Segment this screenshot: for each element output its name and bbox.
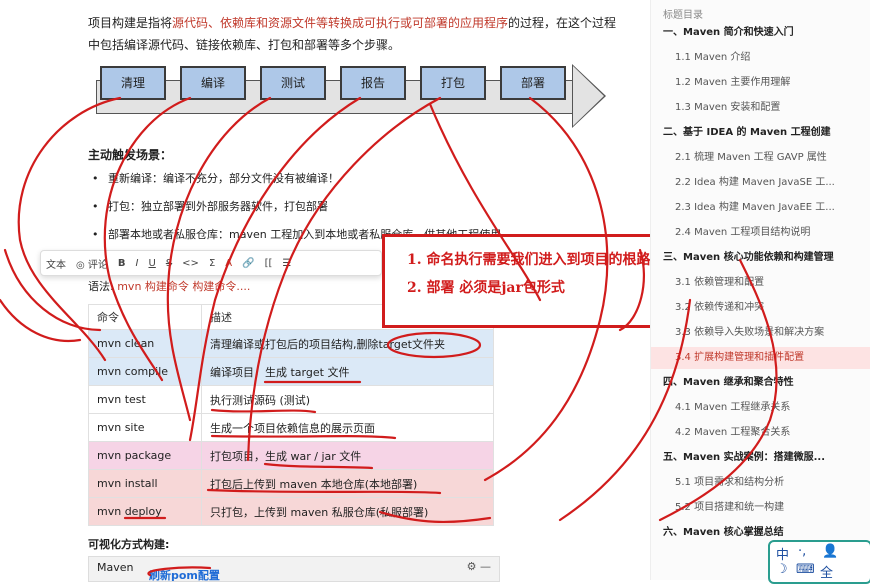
- toc-item[interactable]: 三、Maven 核心功能依赖和构建管理: [651, 247, 870, 269]
- toc-item[interactable]: 一、Maven 简介和快速入门: [651, 22, 870, 44]
- flow-step-package: 打包: [420, 66, 486, 100]
- toc-item[interactable]: 4.1 Maven 工程继承关系: [651, 397, 870, 419]
- strike-button[interactable]: S: [161, 258, 177, 269]
- cmd-cell: mvn install: [88, 469, 202, 498]
- toc-title: 标题目录: [663, 10, 703, 21]
- desc-cell: 打包后上传到 maven 本地仓库(本地部署): [201, 469, 494, 498]
- desc-cell: 执行测试源码 (测试): [201, 385, 494, 414]
- toc-item[interactable]: 4.2 Maven 工程聚合关系: [651, 422, 870, 444]
- flow-step-deploy: 部署: [500, 66, 566, 100]
- underline-button[interactable]: U: [143, 258, 160, 269]
- ime-lang[interactable]: 中: [776, 544, 789, 563]
- maven-panel-title: Maven: [97, 561, 134, 574]
- toc-item[interactable]: 3.2 依赖传递和冲突: [651, 297, 870, 319]
- cmd-cell: mvn test: [88, 385, 202, 414]
- wiki-link-button[interactable]: [[: [260, 258, 278, 269]
- italic-button[interactable]: I: [131, 258, 144, 269]
- toc-item[interactable]: 1.3 Maven 安装和配置: [651, 97, 870, 119]
- cmd-cell: mvn package: [88, 441, 202, 470]
- toolbar-text-button[interactable]: 文本: [41, 256, 71, 271]
- ime-punct[interactable]: ·,: [798, 544, 806, 559]
- trigger-heading: 主动触发场景：: [88, 148, 173, 162]
- desc-cell: 清理编译或打包后的项目结构,删除target文件夹: [201, 329, 494, 358]
- toc-item[interactable]: 5.2 项目搭建和统一构建: [651, 497, 870, 519]
- document-main: 项目构建是指将源代码、依赖库和资源文件等转换成可执行或可部署的应用程序的过程，在…: [0, 0, 848, 582]
- cmd-cell: mvn clean: [88, 329, 202, 358]
- flow-step-test: 测试: [260, 66, 326, 100]
- keyboard-icon[interactable]: ⌨: [796, 562, 815, 577]
- maven-panel: Maven 刷新pom配置 ⚙ —: [88, 556, 500, 582]
- syntax-line: 语法: mvn 构建命令 构建命令....: [88, 278, 250, 294]
- flow-step-clean: 清理: [100, 66, 166, 100]
- syntax-code-2: 构建命令....: [192, 280, 251, 293]
- link-icon[interactable]: 🔗: [237, 258, 259, 269]
- toc-item[interactable]: 3.4 扩展构建管理和插件配置: [651, 347, 870, 369]
- maven-panel-note: 刷新pom配置: [149, 569, 220, 582]
- annotation-line-2: 2. 部署 必须是jar包形式: [407, 280, 565, 296]
- toc-item[interactable]: 1.1 Maven 介绍: [651, 47, 870, 69]
- build-flow-diagram: 清理 编译 测试 报告 打包 部署: [96, 60, 606, 132]
- table-row: mvn clean 清理编译或打包后的项目结构,删除target文件夹: [88, 329, 494, 358]
- table-row: mvn package 打包项目，生成 war / jar 文件: [88, 441, 494, 470]
- desc-cell: 编译项目，生成 target 文件: [201, 357, 494, 386]
- table-row: mvn compile 编译项目，生成 target 文件: [88, 357, 494, 386]
- intro-highlight: 源代码、依赖库和资源文件等转换成可执行或可部署的应用程序: [172, 16, 509, 30]
- ime-toolbar[interactable]: 中 ·, 👤 ☽ ⌨ 全: [768, 540, 870, 584]
- toc-item[interactable]: 四、Maven 继承和聚合特性: [651, 372, 870, 394]
- command-table: 命令 描述 mvn clean 清理编译或打包后的项目结构,删除target文件…: [88, 304, 494, 526]
- syntax-code: mvn 构建命令: [117, 280, 189, 293]
- minimize-icon[interactable]: —: [480, 560, 491, 573]
- format-toolbar: 文本 ◎ 评论 B I U S <> Σ A 🔗 [[ ☰: [40, 250, 382, 276]
- toc-item[interactable]: 2.1 梳理 Maven 工程 GAVP 属性: [651, 147, 870, 169]
- visual-build-heading: 可视化方式构建:: [88, 538, 170, 551]
- toc-item[interactable]: 3.3 依赖导入失败场景和解决方案: [651, 322, 870, 344]
- bold-button[interactable]: B: [113, 258, 131, 269]
- formula-button[interactable]: Σ: [204, 258, 220, 269]
- toc-item[interactable]: 2.3 Idea 构建 Maven JavaEE 工...: [651, 197, 870, 219]
- toc-item[interactable]: 二、基于 IDEA 的 Maven 工程创建: [651, 122, 870, 144]
- flow-step-compile: 编译: [180, 66, 246, 100]
- cmd-cell: mvn deploy: [88, 497, 202, 526]
- table-header-cmd: 命令: [88, 304, 202, 330]
- user-icon[interactable]: 👤: [822, 544, 838, 559]
- table-row: mvn site 生成一个项目依赖信息的展示页面: [88, 413, 494, 442]
- toc-sidebar: 标题目录 一、Maven 简介和快速入门 1.1 Maven 介绍 1.2 Mave…: [650, 0, 870, 580]
- list-item: 重新编译：编译不充分，部分文件没有被编译！: [88, 168, 628, 196]
- font-color-button[interactable]: A: [220, 258, 237, 269]
- toc-item[interactable]: 5.1 项目需求和结构分析: [651, 472, 870, 494]
- toc-item[interactable]: 3.1 依赖管理和配置: [651, 272, 870, 294]
- toc-item[interactable]: 五、Maven 实战案例：搭建微服...: [651, 447, 870, 469]
- toc-item[interactable]: 2.2 Idea 构建 Maven JavaSE 工...: [651, 172, 870, 194]
- toolbar-comment-button[interactable]: ◎ 评论: [71, 256, 113, 271]
- cmd-cell: mvn site: [88, 413, 202, 442]
- table-row: mvn test 执行测试源码 (测试): [88, 385, 494, 414]
- code-button[interactable]: <>: [177, 258, 204, 269]
- intro-prefix: 项目构建是指将: [88, 16, 173, 30]
- gear-icon[interactable]: ⚙: [467, 560, 477, 573]
- desc-cell: 只打包，上传到 maven 私服仓库(私服部署): [201, 497, 494, 526]
- toc-item[interactable]: 1.2 Maven 主要作用理解: [651, 72, 870, 94]
- desc-cell: 打包项目，生成 war / jar 文件: [201, 441, 494, 470]
- cmd-cell: mvn compile: [88, 357, 202, 386]
- list-item: 打包：独立部署到外部服务器软件，打包部署: [88, 196, 628, 224]
- syntax-label: 语法:: [88, 280, 114, 293]
- intro-paragraph: 项目构建是指将源代码、依赖库和资源文件等转换成可执行或可部署的应用程序的过程，在…: [88, 12, 618, 56]
- desc-cell: 生成一个项目依赖信息的展示页面: [201, 413, 494, 442]
- table-row: mvn deploy 只打包，上传到 maven 私服仓库(私服部署): [88, 497, 494, 526]
- ime-fullwidth[interactable]: 全: [820, 562, 833, 581]
- table-row: mvn install 打包后上传到 maven 本地仓库(本地部署): [88, 469, 494, 498]
- toc-item[interactable]: 2.4 Maven 工程项目结构说明: [651, 222, 870, 244]
- moon-icon[interactable]: ☽: [776, 562, 788, 577]
- list-icon[interactable]: ☰: [277, 258, 296, 269]
- flow-step-report: 报告: [340, 66, 406, 100]
